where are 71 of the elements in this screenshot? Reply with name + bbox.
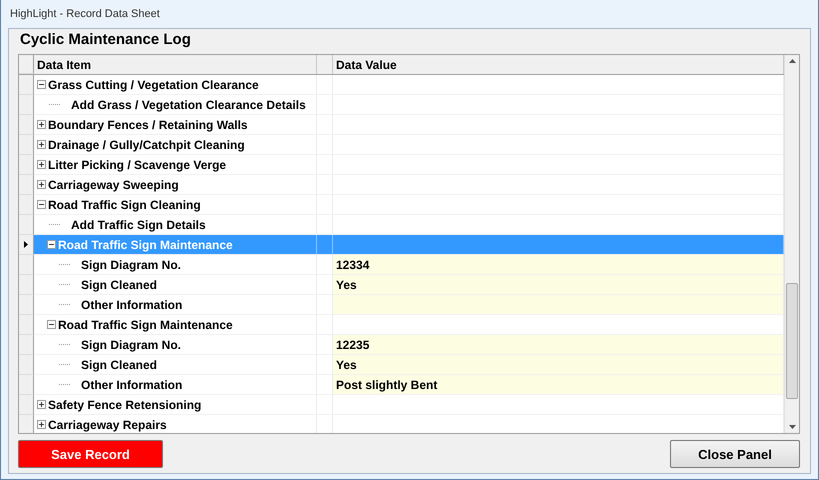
vertical-scrollbar[interactable] bbox=[784, 55, 799, 433]
expand-icon[interactable] bbox=[37, 400, 46, 409]
tree-row[interactable]: Sign Cleaned bbox=[34, 355, 317, 375]
table-cell bbox=[317, 315, 333, 335]
table-cell bbox=[317, 235, 333, 255]
value-cell[interactable]: Post slightly Bent bbox=[333, 375, 784, 395]
tree-connector bbox=[59, 284, 70, 285]
data-item-label: Carriageway Repairs bbox=[48, 418, 167, 432]
value-cell[interactable]: Yes bbox=[333, 275, 784, 295]
row-header[interactable] bbox=[19, 235, 34, 255]
expand-icon[interactable] bbox=[37, 120, 46, 129]
column-header[interactable]: Data Item bbox=[34, 55, 317, 74]
data-item-label: Road Traffic Sign Maintenance bbox=[58, 318, 233, 332]
tree-row[interactable]: Add Grass / Vegetation Clearance Details bbox=[34, 95, 317, 115]
tree-row[interactable]: Sign Diagram No. bbox=[34, 335, 317, 355]
expand-icon[interactable] bbox=[37, 160, 46, 169]
collapse-icon[interactable] bbox=[37, 80, 46, 89]
collapse-icon[interactable] bbox=[47, 320, 56, 329]
tree-row[interactable]: Safety Fence Retensioning bbox=[34, 395, 317, 415]
data-item-label: Add Grass / Vegetation Clearance Details bbox=[71, 98, 306, 112]
table-cell bbox=[317, 395, 333, 415]
tree-row[interactable]: Carriageway Repairs bbox=[34, 415, 317, 433]
tree-connector bbox=[59, 384, 70, 385]
expand-icon[interactable] bbox=[37, 180, 46, 189]
collapse-icon[interactable] bbox=[37, 200, 46, 209]
tree-row[interactable]: Drainage / Gully/Catchpit Cleaning bbox=[34, 135, 317, 155]
value-cell[interactable]: 12235 bbox=[333, 335, 784, 355]
tree-row[interactable]: Carriageway Sweeping bbox=[34, 175, 317, 195]
data-item-label: Road Traffic Sign Maintenance bbox=[58, 238, 233, 252]
tree-connector bbox=[59, 344, 70, 345]
tree-connector bbox=[59, 364, 70, 365]
data-item-label: Carriageway Sweeping bbox=[48, 178, 179, 192]
tree-row[interactable]: Other Information bbox=[34, 295, 317, 315]
tree-row[interactable]: Road Traffic Sign Maintenance bbox=[34, 315, 317, 335]
window-title: HighLight - Record Data Sheet bbox=[10, 8, 160, 20]
tree-row[interactable]: Sign Cleaned bbox=[34, 275, 317, 295]
data-item-label: Grass Cutting / Vegetation Clearance bbox=[48, 78, 259, 92]
data-item-label: Sign Diagram No. bbox=[81, 258, 182, 272]
data-item-label: Sign Cleaned bbox=[81, 358, 158, 372]
value-cell[interactable] bbox=[333, 235, 784, 255]
data-item-label: Litter Picking / Scavenge Verge bbox=[48, 158, 226, 172]
tree-row[interactable]: Grass Cutting / Vegetation Clearance bbox=[34, 75, 317, 95]
tree-connector bbox=[59, 304, 70, 305]
tree-row[interactable]: Other Information bbox=[34, 375, 317, 395]
tree-connector bbox=[49, 224, 60, 225]
save-record-button[interactable]: Save Record bbox=[18, 440, 163, 468]
tree-row[interactable]: Litter Picking / Scavenge Verge bbox=[34, 155, 317, 175]
tree-row[interactable]: Road Traffic Sign Cleaning bbox=[34, 195, 317, 215]
scroll-up-icon[interactable] bbox=[788, 59, 796, 63]
data-item-label: Other Information bbox=[81, 378, 182, 392]
tree-connector bbox=[59, 264, 70, 265]
data-item-label: Road Traffic Sign Cleaning bbox=[48, 198, 201, 212]
expand-icon[interactable] bbox=[37, 140, 46, 149]
tree-row[interactable]: Sign Diagram No. bbox=[34, 255, 317, 275]
data-item-label: Safety Fence Retensioning bbox=[48, 398, 202, 412]
data-item-label: Boundary Fences / Retaining Walls bbox=[48, 118, 248, 132]
scroll-down-icon[interactable] bbox=[788, 425, 796, 429]
tree-connector bbox=[49, 104, 60, 105]
tree-row[interactable]: Boundary Fences / Retaining Walls bbox=[34, 115, 317, 135]
data-item-label: Add Traffic Sign Details bbox=[71, 218, 206, 232]
data-item-label: Other Information bbox=[81, 298, 182, 312]
expand-icon[interactable] bbox=[37, 420, 46, 429]
data-item-label: Sign Diagram No. bbox=[81, 338, 182, 352]
collapse-icon[interactable] bbox=[47, 240, 56, 249]
value-cell[interactable]: Yes bbox=[333, 355, 784, 375]
data-item-label: Drainage / Gully/Catchpit Cleaning bbox=[48, 138, 245, 152]
data-item-label: Sign Cleaned bbox=[81, 278, 158, 292]
scroll-thumb[interactable] bbox=[786, 283, 798, 399]
panel-heading: Cyclic Maintenance Log bbox=[19, 30, 192, 50]
close-panel-button[interactable]: Close Panel bbox=[670, 440, 800, 468]
value-cell[interactable]: 12334 bbox=[333, 255, 784, 275]
